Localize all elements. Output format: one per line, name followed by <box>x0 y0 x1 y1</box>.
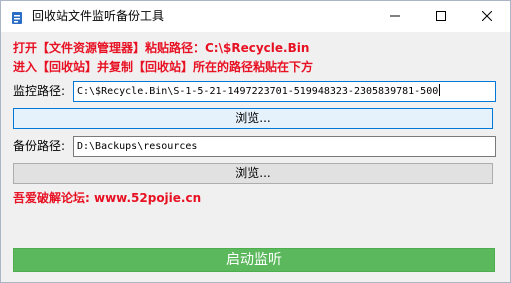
minimize-icon <box>390 15 400 17</box>
window-title: 回收站文件监听备份工具 <box>32 9 165 23</box>
minimize-button[interactable] <box>372 1 418 32</box>
start-monitor-button[interactable]: 启动监听 <box>13 248 495 272</box>
close-button[interactable] <box>464 1 510 32</box>
backup-path-value: D:\Backups\resources <box>77 141 198 152</box>
close-icon <box>482 11 492 21</box>
text-caret <box>439 84 441 96</box>
title-bar[interactable]: 回收站文件监听备份工具 <box>1 1 510 32</box>
backup-browse-button[interactable]: 浏览... <box>13 163 493 184</box>
forum-text: 吾爱破解论坛: www.52pojie.cn <box>13 191 202 205</box>
monitor-path-input[interactable]: C:\$Recycle.Bin\S-1-5-21-1497223701-5199… <box>73 81 496 102</box>
monitor-path-label: 监控路径: <box>13 84 66 98</box>
maximize-button[interactable] <box>418 1 464 32</box>
monitor-browse-button[interactable]: 浏览... <box>13 108 493 129</box>
recycle-bin-icon <box>10 10 24 24</box>
backup-path-label: 备份路径: <box>13 139 66 153</box>
monitor-path-value: C:\$Recycle.Bin\S-1-5-21-1497223701-5199… <box>77 86 439 97</box>
maximize-icon <box>436 11 446 21</box>
instruction-line-2: 进入【回收站】并复制【回收站】所在的路径粘贴在下方 <box>13 60 314 74</box>
backup-path-input[interactable]: D:\Backups\resources <box>73 136 496 157</box>
app-window: 回收站文件监听备份工具 打开【文件资源管理器】粘贴路径：C:\$Recycle.… <box>0 0 511 283</box>
instruction-line-1: 打开【文件资源管理器】粘贴路径：C:\$Recycle.Bin <box>13 41 310 55</box>
